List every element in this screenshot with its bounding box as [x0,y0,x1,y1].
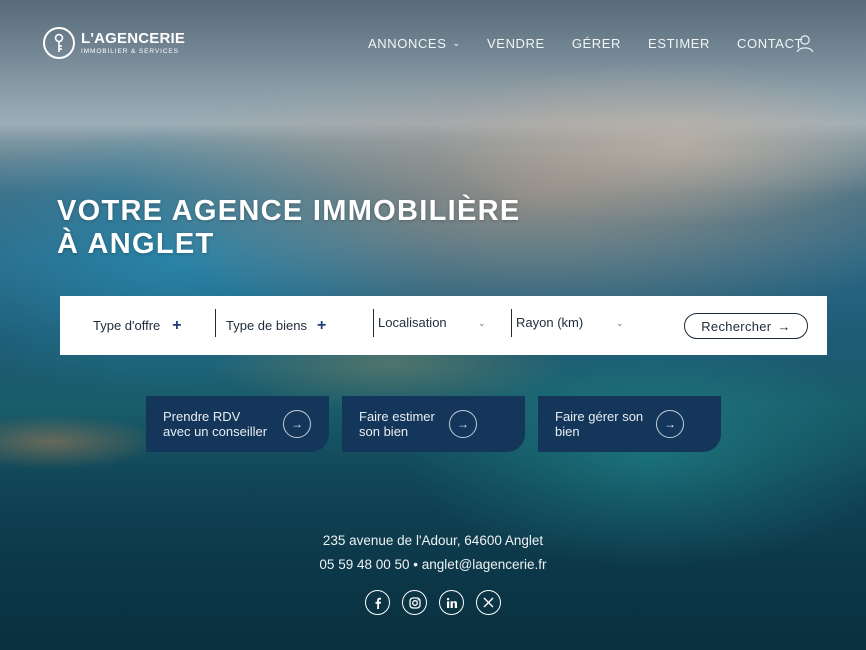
title-line-1: VOTRE AGENCE IMMOBILIÈRE [57,195,521,227]
plus-icon: + [172,316,182,334]
cta-management-button[interactable]: Faire gérer son bien → [538,396,721,452]
field-divider [215,309,216,337]
field-divider [511,309,512,337]
radius-select[interactable]: Rayon (km) [516,293,583,352]
agency-contact: 05 59 48 00 50 • anglet@lagencerie.fr [0,557,866,572]
main-nav: ANNONCES ⌄ VENDRE GÉRER ESTIMER CONTACT [368,36,830,51]
agency-address: 235 avenue de l'Adour, 64600 Anglet [322,533,544,548]
offer-type-label: Type d'offre [93,318,161,333]
property-type-select[interactable]: Type de biens + [226,296,326,355]
page-title: VOTRE AGENCE IMMOBILIÈRE À ANGLET [57,195,521,261]
nav-item-vendre[interactable]: VENDRE [487,36,545,51]
nav-link-gerer[interactable]: GÉRER [572,36,621,51]
nav-link-annonces[interactable]: ANNONCES [368,36,446,51]
radius-label: Rayon (km) [516,315,584,330]
nav-item-gerer[interactable]: GÉRER [572,36,621,51]
nav-link-estimer[interactable]: ESTIMER [648,36,710,51]
property-type-label: Type de biens [226,318,307,333]
chevron-down-icon: ⌄ [616,318,624,328]
nav-item-contact[interactable]: CONTACT [737,36,803,51]
arrow-right-icon: → [656,410,684,438]
nav-link-vendre[interactable]: VENDRE [487,36,545,51]
brand-name: L'AGENCERIE [81,29,186,47]
title-line-2: À ANGLET [57,228,215,260]
facebook-icon[interactable] [365,590,390,615]
instagram-icon[interactable] [402,590,427,615]
field-divider [373,309,374,337]
nav-item-annonces[interactable]: ANNONCES ⌄ [368,36,460,51]
brand-logo[interactable]: L'AGENCERIE IMMOBILIER & SERVICES [43,27,185,59]
location-label: Localisation [378,315,447,330]
chevron-down-icon: ⌄ [478,318,486,328]
search-button[interactable]: Rechercher → [684,313,808,339]
arrow-right-icon: → [283,410,311,438]
separator: • [413,557,419,572]
arrow-right-icon: → [777,318,791,334]
offer-type-select[interactable]: Type d'offre + [93,296,182,355]
key-icon [43,27,75,59]
brand-tagline: IMMOBILIER & SERVICES [81,47,179,55]
cta-label: Prendre RDV avec un conseiller [163,409,283,439]
social-links [365,590,513,615]
plus-icon: + [316,316,327,334]
property-search-bar: Type d'offre + Type de biens + Localisat… [60,296,827,355]
linkedin-icon[interactable] [439,590,464,615]
x-icon[interactable] [476,590,501,615]
email-link[interactable]: anglet@lagencerie.fr [422,557,547,572]
cta-estimate-button[interactable]: Faire estimer son bien → [342,396,525,452]
location-select[interactable]: Localisation [378,293,447,352]
cta-label-line: avec un conseiller [163,424,268,439]
arrow-right-icon: → [449,410,477,438]
search-button-label: Rechercher [701,318,772,334]
nav-link-contact[interactable]: CONTACT [737,36,803,51]
cta-appointment-button[interactable]: Prendre RDV avec un conseiller → [146,396,329,452]
nav-item-estimer[interactable]: ESTIMER [648,36,710,51]
chevron-down-icon: ⌄ [452,38,461,48]
user-icon[interactable] [796,34,814,58]
cta-label-line: Prendre RDV [163,409,241,424]
phone-link[interactable]: 05 59 48 00 50 [319,557,409,572]
